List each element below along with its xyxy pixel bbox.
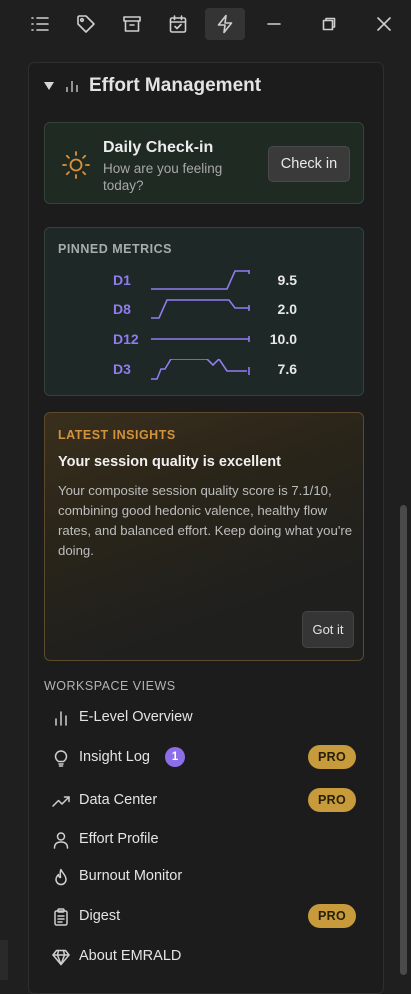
check-in-button[interactable]: Check in: [268, 146, 350, 182]
metric-row[interactable]: D8 2.0: [45, 299, 363, 319]
trend-up-icon: [52, 792, 70, 815]
archive-icon[interactable]: [115, 8, 149, 40]
checkin-title: Daily Check-in: [103, 139, 214, 156]
metric-value: 2.0: [277, 301, 297, 317]
lightning-icon[interactable]: [205, 8, 245, 40]
minimize-icon[interactable]: [257, 8, 291, 40]
metric-code: D8: [113, 301, 131, 317]
sun-icon: [62, 151, 90, 179]
workspace-item-label: E-Level Overview: [79, 709, 193, 725]
lightbulb-icon: [52, 749, 70, 772]
metric-row[interactable]: D12 10.0: [45, 329, 363, 349]
section-title: Effort Management: [89, 75, 262, 96]
insights-label: LATEST INSIGHTS: [58, 428, 176, 442]
metric-sparkline: [151, 359, 250, 380]
toolbar: [0, 0, 411, 48]
workspace-item-about-emrald[interactable]: About EMRALD: [44, 942, 362, 972]
workspace-item-label: Insight Log: [79, 749, 150, 765]
list-icon[interactable]: [23, 8, 57, 40]
workspace-item-label: Burnout Monitor: [79, 868, 183, 884]
diamond-icon: [52, 948, 70, 971]
scrollbar-thumb[interactable]: [400, 505, 407, 975]
metric-sparkline: [151, 270, 250, 290]
daily-checkin-card: Daily Check-in How are you feeling today…: [44, 122, 364, 204]
metric-value: 10.0: [269, 331, 297, 347]
workspace-item-label: Effort Profile: [79, 831, 159, 847]
workspace-item-label: About EMRALD: [79, 948, 182, 964]
workspace-item-label: Data Center: [79, 792, 158, 808]
bar-chart-icon: [66, 81, 78, 92]
metric-sparkline: [151, 299, 250, 319]
pro-badge: PRO: [308, 788, 356, 812]
workspace-item-digest[interactable]: Digest PRO: [44, 902, 362, 932]
metric-row[interactable]: D3 7.6: [45, 359, 363, 380]
close-icon[interactable]: [367, 8, 401, 40]
calendar-check-icon[interactable]: [161, 8, 195, 40]
workspace-item-data-center[interactable]: Data Center PRO: [44, 786, 362, 816]
flame-icon: [52, 868, 70, 891]
workspace-item-burnout-monitor[interactable]: Burnout Monitor: [44, 862, 362, 892]
notification-count-badge: 1: [165, 747, 185, 767]
tag-icon[interactable]: [69, 8, 103, 40]
pro-badge: PRO: [308, 745, 356, 769]
workspace-item-insight-log[interactable]: Insight Log 1 PRO: [44, 743, 362, 773]
insights-headline: Your session quality is excellent: [58, 454, 281, 470]
clipboard-icon: [52, 908, 70, 931]
workspace-views-label: WORKSPACE VIEWS: [44, 679, 176, 693]
metric-value: 7.6: [277, 361, 297, 377]
metric-code: D3: [113, 361, 131, 377]
pinned-metrics-card: PINNED METRICS D1 9.5 D8 2.0 D12 10.0 D3…: [44, 227, 364, 396]
metric-sparkline: [151, 336, 250, 342]
pinned-metrics-label: PINNED METRICS: [58, 242, 172, 256]
left-edge-strip: [0, 940, 8, 980]
pro-badge: PRO: [308, 904, 356, 928]
metric-code: D1: [113, 272, 131, 288]
restore-icon[interactable]: [312, 8, 346, 40]
insights-body: Your composite session quality score is …: [58, 483, 353, 558]
section-header[interactable]: Effort Management: [44, 72, 261, 100]
workspace-item-e-level-overview[interactable]: E-Level Overview: [44, 703, 362, 733]
metric-code: D12: [113, 331, 139, 347]
checkin-subtitle: How are you feeling today?: [103, 161, 223, 193]
bar-chart-icon: [52, 709, 70, 732]
user-icon: [52, 831, 70, 854]
workspace-item-label: Digest: [79, 908, 121, 924]
got-it-button[interactable]: Got it: [302, 611, 354, 648]
collapse-caret-icon[interactable]: [44, 82, 54, 90]
workspace-item-effort-profile[interactable]: Effort Profile: [44, 825, 362, 855]
metric-row[interactable]: D1 9.5: [45, 270, 363, 290]
latest-insights-card: LATEST INSIGHTS Your session quality is …: [44, 412, 364, 661]
metric-value: 9.5: [277, 272, 297, 288]
